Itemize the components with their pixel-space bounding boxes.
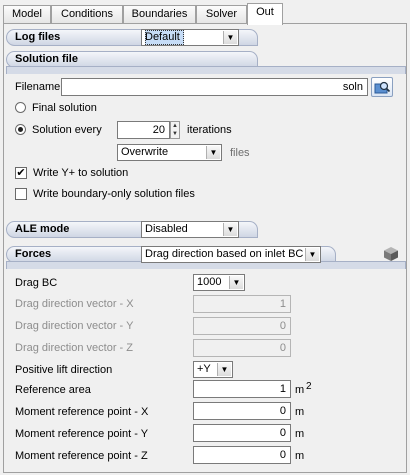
drag-direction-y-input: 0	[193, 317, 291, 335]
reference-area-label: Reference area	[15, 384, 91, 396]
moment-ref-z-label: Moment reference point - Z	[15, 450, 148, 462]
chevron-down-icon: ▼	[223, 31, 237, 44]
drag-direction-x-input: 1	[193, 295, 291, 313]
forces-select[interactable]: Drag direction based on inlet BC ▼	[141, 246, 321, 263]
moment-ref-x-value: 0	[279, 405, 286, 417]
write-boundary-label: Write boundary-only solution files	[33, 188, 195, 200]
solution-every-radio[interactable]	[15, 124, 26, 135]
drag-direction-z-value: 0	[279, 342, 286, 354]
filename-label: Filename	[15, 81, 61, 93]
drag-bc-select[interactable]: 1000 ▼	[193, 274, 245, 291]
moment-ref-x-input[interactable]: 0	[193, 402, 291, 420]
tab-bar: Model Conditions Boundaries Solver Out	[0, 0, 410, 25]
final-solution-label: Final solution	[32, 102, 97, 114]
tab-out[interactable]: Out	[247, 3, 283, 25]
drag-direction-y-value: 0	[279, 320, 286, 332]
tab-solver[interactable]: Solver	[196, 5, 247, 24]
drag-direction-x-label: Drag direction vector - X	[15, 298, 134, 310]
browse-file-button[interactable]	[371, 77, 393, 97]
reference-area-unit: m	[295, 384, 305, 396]
spin-up-icon[interactable]: ▲	[171, 122, 179, 130]
drag-direction-y-label: Drag direction vector - Y	[15, 320, 134, 332]
moment-ref-x-label: Moment reference point - X	[15, 406, 149, 418]
drag-direction-z-label: Drag direction vector - Z	[15, 342, 133, 354]
tab-model[interactable]: Model	[3, 5, 51, 24]
reference-area-value: 1	[279, 383, 286, 395]
write-yplus-label: Write Y+ to solution	[33, 167, 129, 179]
forces-value: Drag direction based on inlet BC	[145, 248, 304, 260]
drag-direction-x-value: 1	[279, 298, 286, 310]
solution-every-value: 20	[152, 124, 165, 136]
drag-direction-z-input: 0	[193, 339, 291, 357]
log-files-select[interactable]: Default ▼	[141, 29, 239, 46]
write-boundary-checkbox[interactable]	[15, 188, 27, 200]
folder-search-icon	[374, 81, 391, 94]
tab-boundaries[interactable]: Boundaries	[123, 5, 196, 24]
chevron-down-icon: ▼	[229, 276, 243, 289]
drag-bc-label: Drag BC	[15, 277, 58, 289]
filename-value: soln	[342, 81, 363, 93]
moment-ref-y-input[interactable]: 0	[193, 424, 291, 442]
ale-mode-label: ALE mode	[15, 223, 70, 235]
moment-ref-y-value: 0	[279, 427, 286, 439]
ale-mode-select[interactable]: Disabled ▼	[141, 221, 239, 238]
moment-ref-y-label: Moment reference point - Y	[15, 428, 149, 440]
files-label: files	[230, 147, 250, 159]
solution-every-label: Solution every	[32, 124, 102, 136]
moment-ref-x-unit: m	[295, 406, 305, 418]
lift-direction-select[interactable]: +Y ▼	[193, 361, 233, 378]
forces-label: Forces	[15, 248, 52, 260]
moment-ref-z-input[interactable]: 0	[193, 446, 291, 464]
tab-conditions[interactable]: Conditions	[51, 5, 123, 24]
solution-every-spinner[interactable]: ▲ ▼	[170, 121, 180, 139]
final-solution-radio[interactable]	[15, 102, 26, 113]
write-yplus-checkbox[interactable]: ✔	[15, 167, 27, 179]
lift-direction-label: Positive lift direction	[15, 364, 113, 376]
chevron-down-icon: ▼	[206, 146, 220, 159]
moment-ref-z-value: 0	[279, 449, 286, 461]
chevron-down-icon: ▼	[223, 223, 237, 236]
log-files-value: Default	[145, 30, 184, 45]
log-files-label: Log files	[15, 31, 61, 43]
cube-icon[interactable]	[383, 246, 399, 265]
solution-every-input[interactable]: 20	[117, 121, 170, 139]
moment-ref-z-unit: m	[295, 450, 305, 462]
spin-down-icon[interactable]: ▼	[171, 130, 179, 138]
reference-area-exponent: 2	[306, 381, 312, 392]
chevron-down-icon: ▼	[217, 363, 231, 376]
solution-file-label: Solution file	[15, 53, 78, 65]
chevron-down-icon: ▼	[305, 248, 319, 261]
iterations-label: iterations	[187, 124, 232, 136]
solution-file-header-extension	[6, 66, 406, 74]
overwrite-select[interactable]: Overwrite ▼	[117, 144, 222, 161]
reference-area-input[interactable]: 1	[193, 380, 291, 398]
moment-ref-y-unit: m	[295, 428, 305, 440]
filename-input[interactable]: soln	[61, 78, 368, 96]
